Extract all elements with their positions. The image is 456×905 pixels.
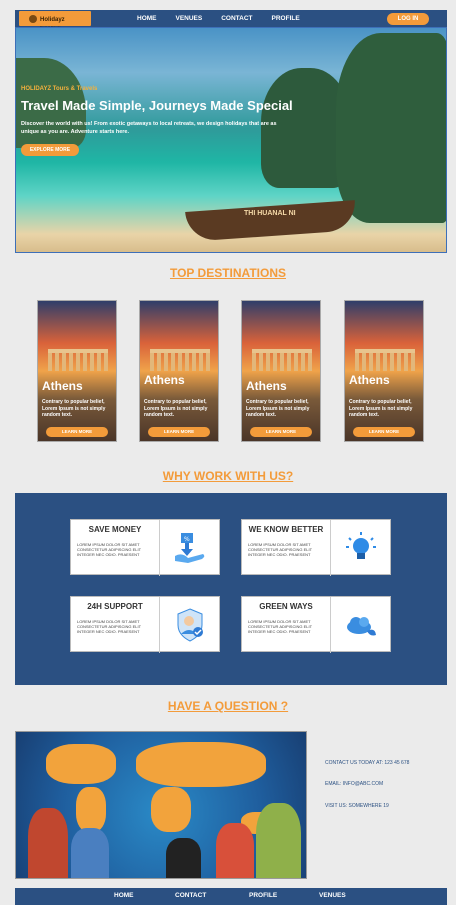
travel-world-map-illustration: [15, 731, 307, 879]
svg-text:%: %: [184, 536, 190, 543]
destination-text: Contrary to popular belief, Lorem Ipsum …: [42, 399, 106, 418]
feature-text: LOREM IPSUM DOLOR SIT AMET CONSECTETUR A…: [77, 619, 141, 634]
hero-banner: THI HUANAL NI HOLIDAYZ Tours & Travels T…: [15, 27, 447, 253]
traveler-figure: [28, 808, 68, 878]
brand-logo[interactable]: Holidayz Tours & Travels: [19, 8, 91, 29]
palm-icon: [29, 14, 37, 23]
map-landmass: [76, 787, 106, 832]
feature-text: LOREM IPSUM DOLOR SIT AMET CONSECTETUR A…: [248, 619, 312, 634]
explore-more-button[interactable]: EXPLORE MORE: [21, 144, 79, 156]
temple-illustration: [355, 349, 415, 371]
nav-profile[interactable]: PROFILE: [272, 15, 300, 22]
hero-cliff-right: [336, 33, 446, 223]
card-divider: [159, 597, 160, 653]
destination-text: Contrary to popular belief, Lorem Ipsum …: [144, 399, 208, 418]
footer-nav: HOME CONTACT PROFILE VENUES: [15, 888, 447, 905]
destination-city: Athens: [349, 373, 390, 387]
footer-venues[interactable]: VENUES: [319, 892, 346, 899]
map-landmass: [46, 744, 116, 784]
feature-title: WE KNOW BETTER: [248, 525, 324, 534]
feature-text: LOREM IPSUM DOLOR SIT AMET CONSECTETUR A…: [248, 542, 312, 557]
destinations-heading: TOP DESTINATIONS: [169, 266, 286, 280]
destination-card[interactable]: Athens Contrary to popular belief, Lorem…: [241, 300, 321, 442]
why-section: SAVE MONEY LOREM IPSUM DOLOR SIT AMET CO…: [15, 493, 447, 685]
feature-title: SAVE MONEY: [88, 525, 142, 534]
footer-profile[interactable]: PROFILE: [249, 892, 277, 899]
destination-city: Athens: [42, 379, 83, 393]
contact-address: VISIT US: SOMEWHERE 19: [325, 803, 389, 809]
login-button[interactable]: LOG IN: [387, 13, 429, 25]
top-navbar: Holidayz Tours & Travels HOME VENUES CON…: [15, 8, 447, 29]
nav-venues[interactable]: VENUES: [176, 15, 203, 22]
hero-description: Discover the world with us! From exotic …: [21, 121, 277, 135]
traveler-figure: [256, 803, 301, 878]
why-heading: WHY WORK WITH US?: [162, 469, 294, 483]
card-divider: [159, 520, 160, 576]
feature-card-we-know-better: WE KNOW BETTER LOREM IPSUM DOLOR SIT AME…: [241, 519, 391, 576]
hero-kicker: HOLIDAYZ Tours & Travels: [21, 86, 98, 92]
destination-text: Contrary to popular belief, Lorem Ipsum …: [349, 399, 413, 418]
support-agent-icon: [169, 607, 211, 643]
discount-hand-icon: %: [169, 530, 211, 566]
learn-more-button[interactable]: LEARN MORE: [46, 427, 108, 437]
contact-phone[interactable]: CONTACT US TODAY AT: 123 45 678: [325, 760, 409, 766]
temple-illustration: [252, 349, 312, 371]
hero-longtail-boat: [185, 200, 357, 242]
nav-links: HOME VENUES CONTACT PROFILE: [137, 10, 319, 27]
map-landmass: [136, 742, 266, 787]
laptop-figure: [166, 838, 201, 878]
logo-text: Holidayz: [40, 17, 65, 23]
destination-card[interactable]: Athens Contrary to popular belief, Lorem…: [344, 300, 424, 442]
feature-card-green-ways: GREEN WAYS LOREM IPSUM DOLOR SIT AMET CO…: [241, 596, 391, 653]
card-divider: [330, 520, 331, 576]
nav-contact[interactable]: CONTACT: [221, 15, 252, 22]
nav-home[interactable]: HOME: [137, 15, 157, 22]
map-landmass: [151, 787, 191, 832]
footer-home[interactable]: HOME: [114, 892, 134, 899]
destination-card[interactable]: Athens Contrary to popular belief, Lorem…: [139, 300, 219, 442]
footer-contact[interactable]: CONTACT: [175, 892, 206, 899]
destination-card[interactable]: Athens Contrary to popular belief, Lorem…: [37, 300, 117, 442]
boat-name-text: THI HUANAL NI: [244, 210, 296, 217]
contact-email[interactable]: EMAIL: INFO@ABC.COM: [325, 781, 383, 787]
traveler-figure: [71, 828, 109, 878]
lightbulb-icon: [340, 530, 382, 566]
question-heading: HAVE A QUESTION ?: [167, 699, 289, 713]
destination-city: Athens: [246, 379, 287, 393]
feature-card-24h-support: 24H SUPPORT LOREM IPSUM DOLOR SIT AMET C…: [70, 596, 220, 653]
feature-title: 24H SUPPORT: [87, 602, 143, 611]
temple-illustration: [48, 349, 108, 371]
card-divider: [330, 597, 331, 653]
feature-text: LOREM IPSUM DOLOR SIT AMET CONSECTETUR A…: [77, 542, 141, 557]
destination-text: Contrary to popular belief, Lorem Ipsum …: [246, 399, 310, 418]
learn-more-button[interactable]: LEARN MORE: [250, 427, 312, 437]
destination-city: Athens: [144, 373, 185, 387]
temple-illustration: [150, 349, 210, 371]
learn-more-button[interactable]: LEARN MORE: [148, 427, 210, 437]
learn-more-button[interactable]: LEARN MORE: [353, 427, 415, 437]
feature-card-save-money: SAVE MONEY LOREM IPSUM DOLOR SIT AMET CO…: [70, 519, 220, 576]
hero-title: Travel Made Simple, Journeys Made Specia…: [21, 98, 293, 113]
cloud-leaf-icon: [340, 607, 382, 643]
traveler-figure: [216, 823, 254, 878]
feature-title: GREEN WAYS: [259, 602, 313, 611]
logo-wordmark: Holidayz Tours & Travels: [40, 8, 65, 29]
